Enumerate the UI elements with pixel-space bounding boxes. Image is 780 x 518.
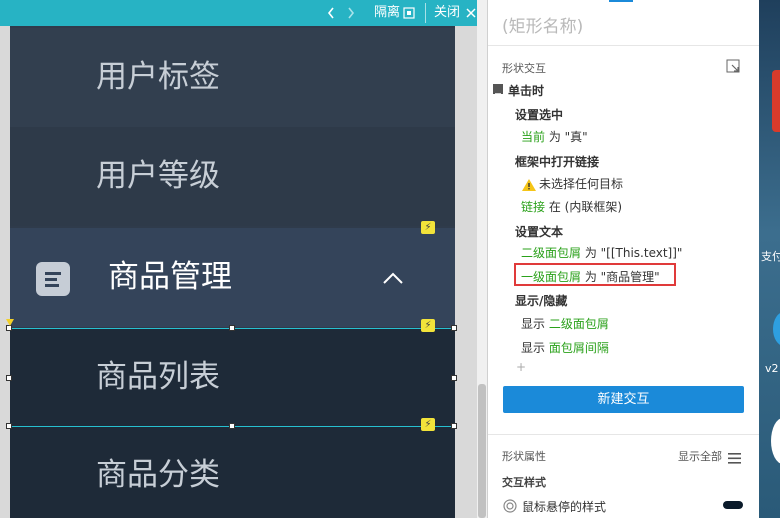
- resize-handle[interactable]: [229, 325, 235, 331]
- toolbar-divider: [425, 3, 426, 23]
- action-title[interactable]: 显示/隐藏: [515, 292, 567, 309]
- canvas-area: 用户标签 用户等级 商品管理 商品列表 商品分类 ⚡ ⚡ ⚡ 隔离 关闭: [0, 0, 487, 518]
- chevron-left-icon[interactable]: [326, 0, 336, 26]
- action-detail[interactable]: 当前 为 "真": [521, 128, 588, 145]
- canvas-toolbar: 隔离 关闭: [0, 0, 487, 26]
- event-on-click[interactable]: 单击时: [508, 82, 544, 99]
- inspector-panel: (矩形名称) 形状交互 单击时 设置选中 当前 为 "真" 框架中打开链接 未选…: [487, 0, 760, 518]
- warning-text: 未选择任何目标: [539, 177, 624, 191]
- show-all-link[interactable]: 显示全部: [678, 448, 722, 464]
- section-title-interaction-style: 交互样式: [502, 476, 546, 489]
- menu-icon[interactable]: [728, 449, 741, 468]
- expand-panel-icon[interactable]: [726, 58, 740, 77]
- interaction-bolt-icon[interactable]: ⚡: [421, 418, 435, 431]
- menu-item-label: 商品分类: [96, 457, 220, 493]
- menu-item-user-tags[interactable]: 用户标签: [10, 28, 455, 127]
- chevron-up-icon[interactable]: [382, 270, 404, 289]
- document-icon: [36, 262, 70, 296]
- isolate-icon[interactable]: [403, 0, 415, 26]
- detail-text: 显示: [521, 317, 549, 331]
- new-interaction-button[interactable]: 新建交互: [503, 386, 744, 413]
- detail-text: 为 "真": [545, 130, 588, 144]
- action-detail[interactable]: 链接 在 (内联框架): [521, 198, 622, 215]
- divider: [488, 45, 760, 46]
- hover-style-item[interactable]: 鼠标悬停的样式: [522, 498, 606, 515]
- resize-handle[interactable]: [451, 375, 457, 381]
- action-detail[interactable]: 二级面包屑 为 "[[This.text]]": [521, 244, 682, 261]
- action-detail[interactable]: 显示 二级面包屑: [521, 315, 609, 332]
- isolate-button[interactable]: 隔离: [374, 0, 400, 26]
- section-title-shape-props: 形状属性: [502, 450, 546, 463]
- interaction-bolt-icon[interactable]: ⚡: [421, 319, 435, 332]
- menu-item-goods-management[interactable]: 商品管理: [10, 228, 455, 327]
- desktop-background: 支付 v2: [759, 0, 780, 518]
- menu-item-label: 商品列表: [96, 359, 220, 395]
- app-icon[interactable]: [772, 70, 780, 132]
- menu-item-label: 用户等级: [96, 158, 220, 194]
- warning-icon: [522, 176, 536, 195]
- divider: [488, 434, 760, 435]
- close-button[interactable]: 关闭: [434, 0, 460, 26]
- close-icon[interactable]: [465, 0, 477, 26]
- detail-text: 显示: [521, 341, 549, 355]
- menu-item-goods-list[interactable]: 商品列表: [10, 328, 455, 427]
- canvas-scrollbar-thumb[interactable]: [478, 384, 486, 518]
- resize-handle[interactable]: [229, 423, 235, 429]
- detail-text: 在 (内联框架): [545, 200, 623, 214]
- menu-item-goods-category[interactable]: 商品分类: [10, 426, 455, 518]
- desktop-label: v2: [765, 362, 779, 375]
- target-name: 当前: [521, 130, 546, 144]
- target-circle-icon: [503, 498, 517, 517]
- resize-handle[interactable]: [451, 325, 457, 331]
- target-name: 链接: [521, 200, 546, 214]
- toggle-pill[interactable]: [723, 501, 743, 509]
- resize-handle[interactable]: [451, 423, 457, 429]
- action-title[interactable]: 框架中打开链接: [515, 153, 599, 170]
- menu-item-label: 用户标签: [96, 59, 220, 95]
- add-action-button[interactable]: +: [516, 360, 526, 374]
- chevron-right-icon[interactable]: [346, 0, 356, 26]
- action-detail[interactable]: 一级面包屑 为 "商品管理": [521, 268, 660, 285]
- target-name: 面包屑间隔: [548, 341, 609, 355]
- detail-text: 为 "[[This.text]]": [581, 246, 683, 260]
- action-detail[interactable]: 显示 面包屑间隔: [521, 339, 609, 356]
- target-name: 二级面包屑: [521, 246, 582, 260]
- target-name: 一级面包屑: [521, 270, 582, 284]
- menu-item-label: 商品管理: [108, 259, 232, 295]
- menu-item-user-levels[interactable]: 用户等级: [10, 127, 455, 226]
- resize-handle[interactable]: [6, 423, 12, 429]
- active-tab-indicator: [609, 0, 633, 2]
- desktop-label: 支付: [761, 250, 780, 263]
- detail-text: 为 "商品管理": [581, 270, 660, 284]
- action-title[interactable]: 设置文本: [515, 223, 563, 240]
- collapse-icon[interactable]: [493, 84, 503, 95]
- resize-handle[interactable]: [6, 375, 12, 381]
- interaction-bolt-icon[interactable]: ⚡: [421, 221, 435, 234]
- rotation-marker-icon: [6, 312, 14, 331]
- section-title-interaction: 形状交互: [502, 62, 546, 75]
- action-title[interactable]: 设置选中: [515, 106, 563, 123]
- target-name: 二级面包屑: [548, 317, 609, 331]
- shape-name-field[interactable]: (矩形名称): [502, 12, 583, 37]
